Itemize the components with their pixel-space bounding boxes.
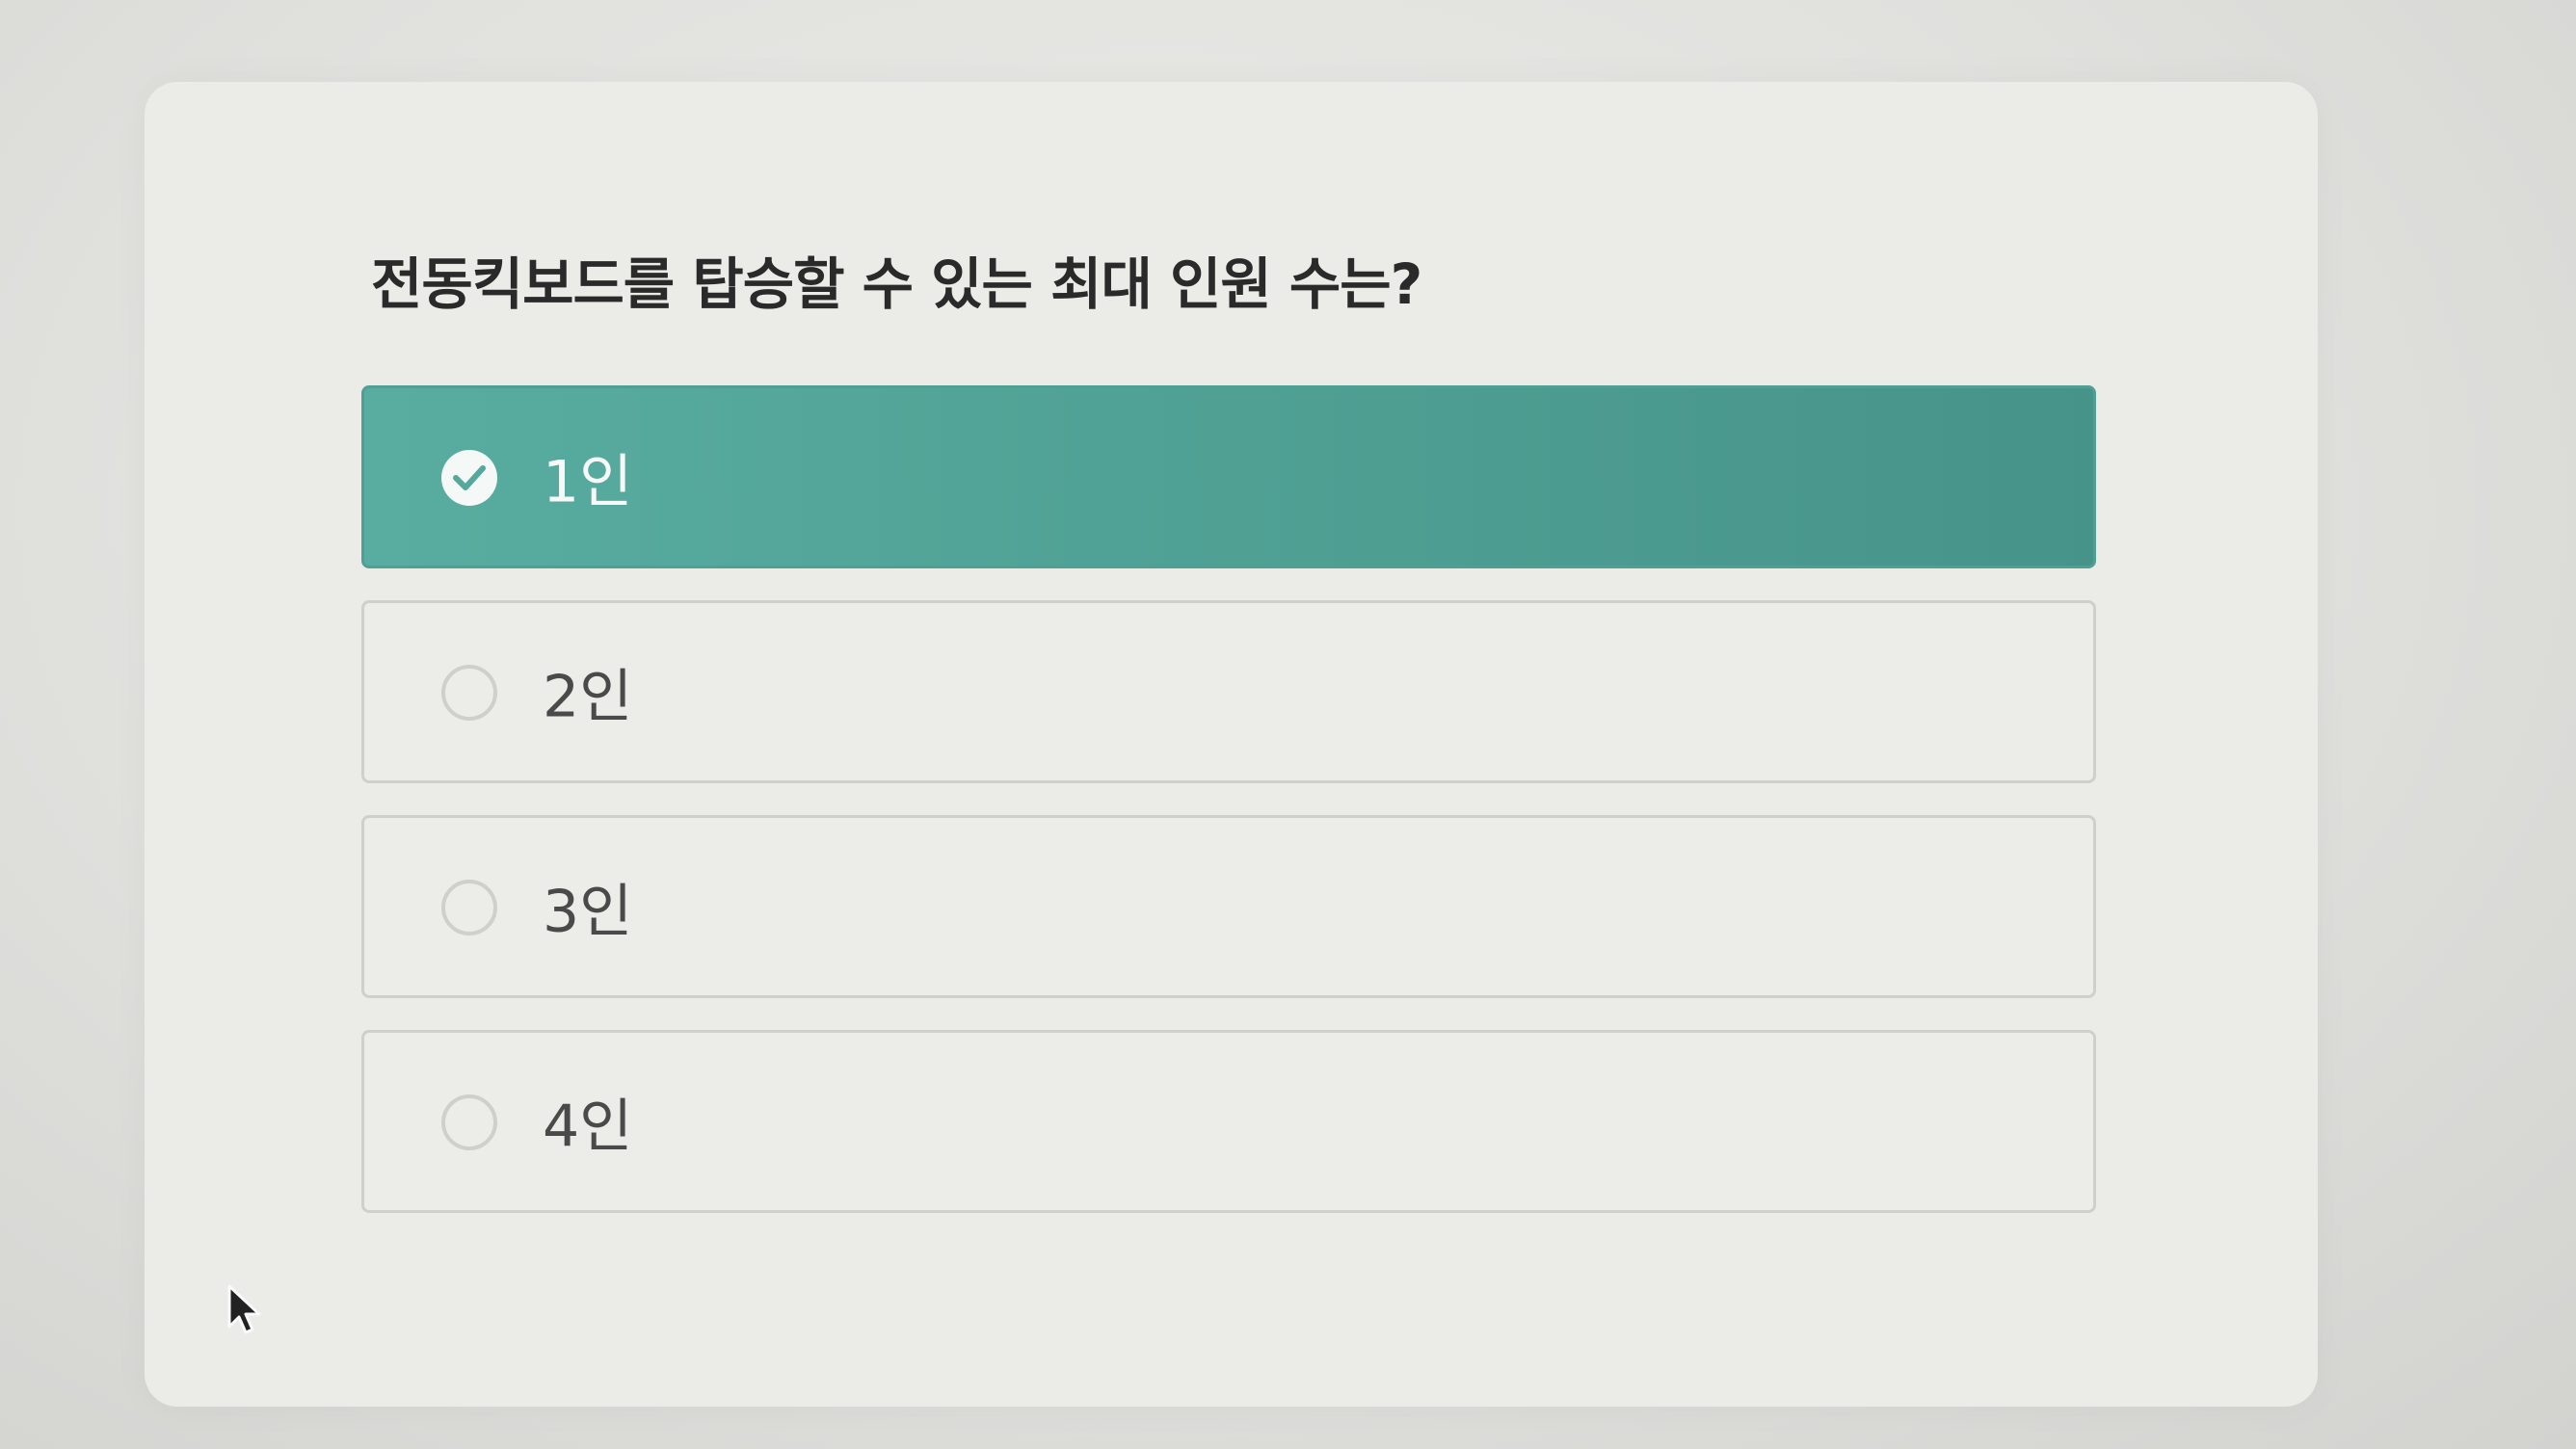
answer-option-2[interactable]: 2인: [361, 600, 2096, 783]
check-circle-icon: [441, 450, 497, 506]
answer-option-1[interactable]: 1인: [361, 385, 2096, 568]
radio-empty-icon: [441, 665, 497, 721]
answer-option-label: 1인: [543, 448, 633, 516]
mouse-cursor-icon: [227, 1284, 261, 1334]
answer-option-label: 3인: [543, 878, 633, 946]
radio-empty-icon: [441, 880, 497, 935]
answer-option-3[interactable]: 3인: [361, 815, 2096, 998]
answer-option-label: 4인: [543, 1093, 633, 1161]
answer-option-label: 2인: [543, 663, 633, 731]
question-text: 전동킥보드를 탑승할 수 있는 최대 인원 수는?: [371, 251, 1422, 317]
answer-option-4[interactable]: 4인: [361, 1030, 2096, 1213]
answer-options: 1인 2인 3인 4인: [361, 385, 2096, 1245]
radio-empty-icon: [441, 1094, 497, 1150]
